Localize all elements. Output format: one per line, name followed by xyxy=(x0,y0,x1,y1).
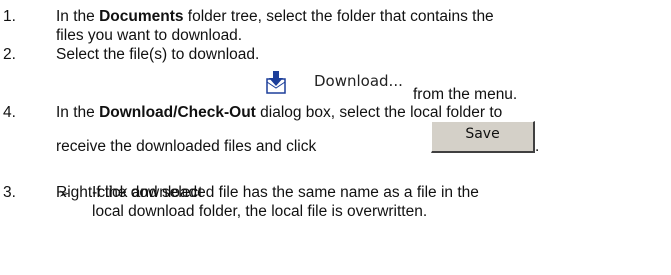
step-4-line-1: In the Download/Check-Out dialog box, se… xyxy=(56,104,502,122)
step-1-number: 1. xyxy=(3,8,16,25)
step-2-number: 2. xyxy=(3,46,16,63)
save-button[interactable]: Save xyxy=(431,121,535,153)
step-4-text-post: dialog box, select the local folder to xyxy=(255,104,503,121)
documents-term: Documents xyxy=(99,8,184,25)
download-icon xyxy=(266,71,286,94)
download-menu-item-label[interactable]: Download... xyxy=(314,72,403,90)
note-line-2: local download folder, the local file is… xyxy=(92,203,428,220)
step-1-text-pre: In the xyxy=(56,8,100,25)
step-4-period: . xyxy=(535,138,540,155)
step-3-number: 3. xyxy=(3,184,16,201)
step-3-text-post: from the menu. xyxy=(413,86,518,103)
note-line-1: If the downloaded file has the same name… xyxy=(92,184,479,201)
step-1-line-1: In the Documents folder tree, select the… xyxy=(56,8,494,26)
step-1-text-post: folder tree, select the folder that cont… xyxy=(183,8,494,25)
step-1-line-2: files you want to download. xyxy=(56,27,243,44)
step-4-text-pre: In the xyxy=(56,104,100,121)
step-4-number: 4. xyxy=(3,104,16,121)
download-checkout-term: Download/Check-Out xyxy=(99,104,256,121)
step-2-text: Select the file(s) to download. xyxy=(56,46,260,63)
note-bullet: ➢ xyxy=(58,185,70,201)
step-4-line-2: receive the downloaded files and click xyxy=(56,138,317,155)
